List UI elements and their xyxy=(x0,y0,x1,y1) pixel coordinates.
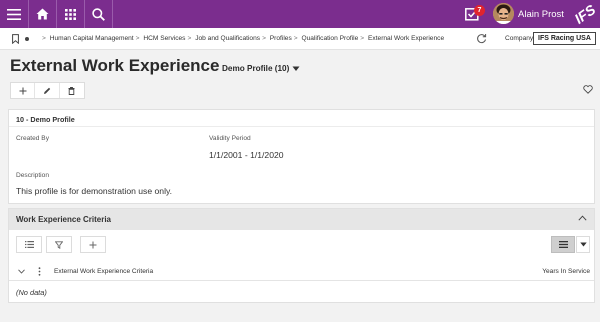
table-column-header: External Work Experience Criteria Years … xyxy=(9,261,594,281)
status-dot-icon xyxy=(25,37,29,41)
filter-icon xyxy=(55,240,63,249)
breadcrumb-item[interactable]: Human Capital Management xyxy=(50,35,134,42)
apps-grid-icon[interactable] xyxy=(57,0,84,28)
hamburger-menu-icon[interactable] xyxy=(0,0,28,28)
plus-icon xyxy=(19,87,27,94)
view-dropdown-button[interactable] xyxy=(576,236,590,253)
company-selector[interactable]: IFS Racing USA xyxy=(533,32,596,45)
description-value: This profile is for demonstration use on… xyxy=(16,186,173,196)
refresh-icon[interactable] xyxy=(476,33,487,46)
plus-icon xyxy=(89,241,97,248)
breadcrumb-item[interactable]: HCM Services xyxy=(143,35,185,42)
criteria-card-title: Work Experience Criteria xyxy=(16,215,112,224)
more-options-icon[interactable] xyxy=(38,267,41,276)
list-icon xyxy=(24,241,34,248)
description-label: Description xyxy=(16,172,49,179)
edit-button[interactable] xyxy=(35,83,60,98)
home-icon[interactable] xyxy=(29,0,56,28)
trash-icon xyxy=(68,86,75,95)
add-row-button[interactable] xyxy=(80,236,106,253)
empty-table-message: (No data) xyxy=(16,288,47,297)
breadcrumb-item[interactable]: Profiles xyxy=(270,35,292,42)
chevron-down-icon[interactable] xyxy=(292,65,300,74)
created-by-label: Created By xyxy=(16,135,49,142)
column-header-criteria[interactable]: External Work Experience Criteria xyxy=(54,268,153,275)
company-label: Company xyxy=(505,35,534,42)
notification-count-badge: 7 xyxy=(474,5,485,16)
caret-down-icon xyxy=(579,242,587,247)
validity-period-label: Validity Period xyxy=(209,135,251,142)
search-icon[interactable] xyxy=(85,0,112,28)
breadcrumb-bar: > Human Capital Management > HCM Services… xyxy=(0,28,600,50)
filter-button[interactable] xyxy=(46,236,72,253)
user-name[interactable]: Alain Prost xyxy=(518,9,564,20)
bookmark-icon[interactable] xyxy=(12,34,19,46)
brand-logo-text: IFS xyxy=(571,2,599,27)
page-title: External Work Experience xyxy=(10,56,220,75)
breadcrumb: > Human Capital Management > HCM Services… xyxy=(42,35,445,42)
pencil-icon xyxy=(44,87,51,94)
top-navigation-bar: 7 Alain Prost IFS xyxy=(0,0,600,28)
breadcrumb-item[interactable]: Qualification Profile xyxy=(301,35,358,42)
avatar[interactable] xyxy=(493,3,514,24)
profile-card: 10 - Demo Profile Created By Validity Pe… xyxy=(8,109,595,204)
favorite-heart-icon[interactable] xyxy=(583,85,593,96)
command-group xyxy=(10,82,85,99)
delete-button[interactable] xyxy=(60,83,84,98)
profile-card-header: 10 - Demo Profile xyxy=(9,110,594,127)
breadcrumb-item[interactable]: Job and Qualifications xyxy=(195,35,260,42)
record-selector[interactable]: Demo Profile (10) xyxy=(222,64,289,73)
table-view-button[interactable] xyxy=(551,236,575,253)
column-chooser-button[interactable] xyxy=(16,236,42,253)
work-experience-criteria-card: Work Experience Criteria External Work E… xyxy=(8,208,595,303)
breadcrumb-item-current: External Work Experience xyxy=(368,35,445,42)
criteria-card-header[interactable]: Work Experience Criteria xyxy=(9,209,594,230)
column-header-years-in-service[interactable]: Years In Service xyxy=(542,268,590,275)
chevron-down-icon[interactable] xyxy=(18,269,25,274)
brand-logo: IFS xyxy=(570,2,600,28)
add-button[interactable] xyxy=(11,83,36,98)
validity-period-value: 1/1/2001 - 1/1/2020 xyxy=(209,150,284,160)
chevron-up-icon[interactable] xyxy=(578,215,587,221)
table-view-icon xyxy=(558,241,568,248)
